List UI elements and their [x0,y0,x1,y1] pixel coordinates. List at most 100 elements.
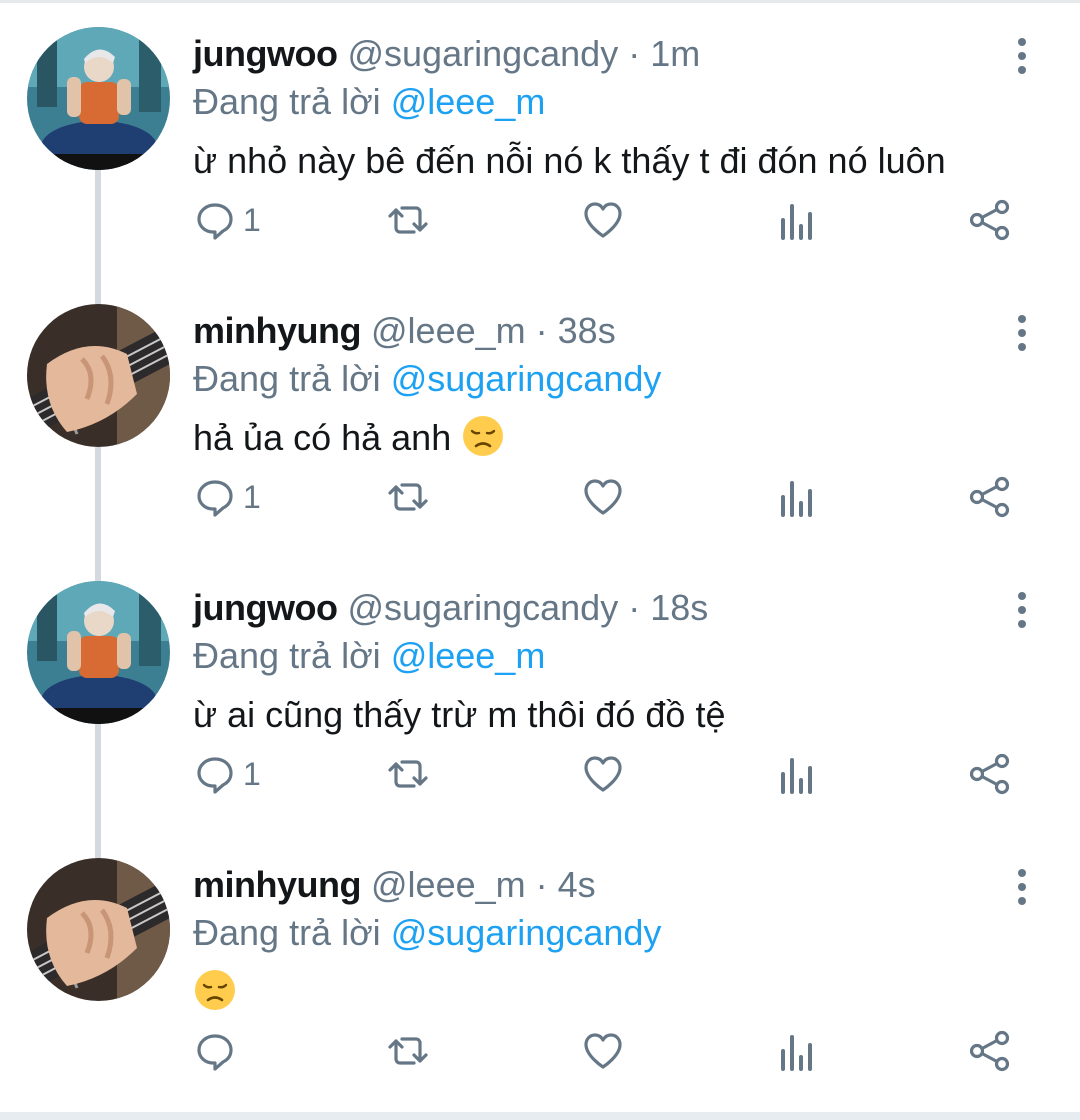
avatar[interactable] [27,27,170,170]
more-options-button[interactable] [1006,313,1038,353]
share-icon [969,753,1010,795]
reply-mention-link[interactable]: @leee_m [391,81,546,122]
separator-dot: · [628,587,641,628]
share-button[interactable] [968,467,1012,527]
separator-dot: · [628,33,641,74]
more-vertical-icon [1018,592,1026,628]
retweet-button[interactable] [386,744,430,804]
share-icon [969,1030,1010,1072]
analytics-button[interactable] [775,190,819,250]
retweet-button[interactable] [386,467,430,527]
tweet-actions: 1 [0,190,1080,250]
replying-to: Đang trả lời @leee_m [193,632,545,680]
user-handle[interactable]: @leee_m [371,864,526,905]
tweet[interactable]: minhyung @leee_m · 4s Đang trả lời @suga… [0,831,1080,1108]
reply-button[interactable] [193,1021,243,1081]
user-handle[interactable]: @leee_m [371,310,526,351]
analytics-button[interactable] [775,467,819,527]
reply-count: 1 [243,478,261,515]
reply-icon [197,757,233,794]
more-options-button[interactable] [1006,36,1038,76]
tweet-actions [0,1021,1080,1081]
display-name[interactable]: jungwoo [193,33,338,74]
analytics-button[interactable] [775,1021,819,1081]
like-button[interactable] [581,190,625,250]
avatar[interactable] [27,581,170,724]
guitar-photo-icon [27,304,170,447]
tweet[interactable]: minhyung @leee_m · 38s Đang trả lời @sug… [0,277,1080,554]
tweet-text-content: hả ủa có hả anh [193,417,452,458]
display-name[interactable]: minhyung [193,864,361,905]
analytics-icon [781,758,812,794]
reply-button[interactable]: 1 [193,744,261,804]
timestamp[interactable]: 18s [650,587,708,628]
share-icon [969,476,1010,518]
disappointed-face-emoji-icon [195,970,235,1010]
reply-mention-link[interactable]: @sugaringcandy [391,358,662,399]
separator-dot: · [535,864,548,905]
reply-mention-link[interactable]: @leee_m [391,635,546,676]
avatar-photo-icon [27,27,170,170]
reply-button[interactable]: 1 [193,467,261,527]
avatar[interactable] [27,858,170,1001]
tweet-header: jungwoo @sugaringcandy · 1m [193,30,700,78]
tweet-text: ừ nhỏ này bê đến nỗi nó k thấy t đi đón … [193,136,946,186]
avatar-photo-icon [27,581,170,724]
more-vertical-icon [1018,38,1026,74]
reply-icon [197,1034,233,1071]
timestamp[interactable]: 38s [558,310,616,351]
reply-count: 1 [243,201,261,238]
like-button[interactable] [581,467,625,527]
tweet-header: jungwoo @sugaringcandy · 18s [193,584,708,632]
analytics-button[interactable] [775,744,819,804]
reply-count: 1 [243,755,261,792]
heart-icon [584,479,622,515]
tweet-text-content: ừ nhỏ này bê đến nỗi nó k thấy t đi đón … [193,140,946,181]
bottom-divider [0,1112,1080,1120]
retweet-button[interactable] [386,1021,430,1081]
display-name[interactable]: jungwoo [193,587,338,628]
retweet-icon [388,483,428,511]
replying-to: Đang trả lời @sugaringcandy [193,909,661,957]
share-button[interactable] [968,190,1012,250]
tweet-text: ừ ai cũng thấy trừ m thôi đó đồ tệ [193,690,725,740]
tweet-actions: 1 [0,744,1080,804]
heart-icon [584,202,622,238]
timestamp[interactable]: 1m [650,33,700,74]
share-button[interactable] [968,744,1012,804]
avatar[interactable] [27,304,170,447]
reply-mention-link[interactable]: @sugaringcandy [391,912,662,953]
reply-prefix: Đang trả lời [193,912,381,953]
tweet-text: hả ủa có hả anh [193,413,505,463]
share-button[interactable] [968,1021,1012,1081]
display-name[interactable]: minhyung [193,310,361,351]
more-options-button[interactable] [1006,590,1038,630]
tweet-text [193,967,237,1017]
disappointed-face-emoji-icon [463,416,504,456]
user-handle[interactable]: @sugaringcandy [347,587,618,628]
reply-icon [197,480,233,517]
reply-prefix: Đang trả lời [193,635,381,676]
analytics-icon [781,1035,812,1071]
reply-icon [197,203,233,240]
tweet-actions: 1 [0,467,1080,527]
more-vertical-icon [1018,315,1026,351]
like-button[interactable] [581,744,625,804]
more-options-button[interactable] [1006,867,1038,907]
reply-prefix: Đang trả lời [193,81,381,122]
tweet[interactable]: jungwoo @sugaringcandy · 18s Đang trả lờ… [0,554,1080,831]
retweet-button[interactable] [386,190,430,250]
tweet-text-content: ừ ai cũng thấy trừ m thôi đó đồ tệ [193,694,726,735]
user-handle[interactable]: @sugaringcandy [347,33,618,74]
share-icon [969,199,1010,241]
replying-to: Đang trả lời @sugaringcandy [193,355,661,403]
like-button[interactable] [581,1021,625,1081]
replying-to: Đang trả lời @leee_m [193,78,545,126]
separator-dot: · [535,310,548,351]
timestamp[interactable]: 4s [558,864,596,905]
retweet-icon [388,206,428,234]
analytics-icon [781,481,812,517]
retweet-icon [388,760,428,788]
reply-button[interactable]: 1 [193,190,261,250]
tweet[interactable]: jungwoo @sugaringcandy · 1m Đang trả lời… [0,0,1080,277]
